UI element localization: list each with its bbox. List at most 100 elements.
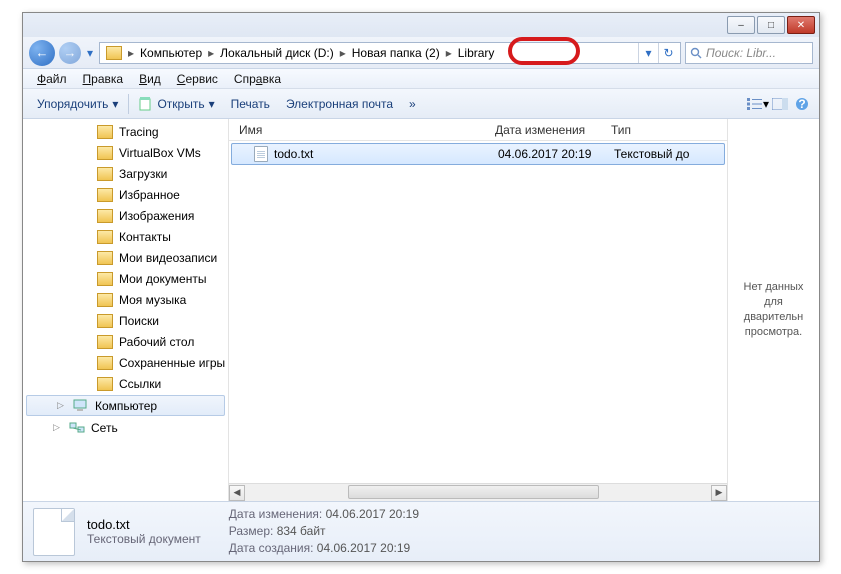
folder-icon [97, 125, 113, 139]
computer-icon [73, 399, 89, 413]
breadcrumb-current[interactable]: Library [454, 46, 499, 60]
tree-label: Моя музыка [119, 293, 186, 307]
notepad-icon [139, 97, 153, 111]
navigation-tree[interactable]: Tracing VirtualBox VMs​Загрузки​Избранное… [23, 119, 229, 501]
folder-icon [97, 230, 113, 244]
search-input[interactable]: Поиск: Libr... [685, 42, 813, 64]
folder-icon [106, 46, 122, 60]
text-file-icon [254, 146, 268, 162]
tree-item[interactable]: ​Загрузки [23, 163, 228, 184]
breadcrumb-sep: ▸ [206, 46, 216, 60]
breadcrumb-folder[interactable]: Новая папка (2) [348, 46, 444, 60]
column-headers[interactable]: Имя Дата изменения Тип [229, 119, 727, 141]
folder-icon [97, 293, 113, 307]
more-button[interactable]: » [401, 97, 424, 111]
meta-modified-label: Дата изменения: [229, 507, 323, 521]
tree-network[interactable]: ▷Сеть [23, 417, 228, 438]
file-name: todo.txt [274, 147, 313, 161]
preview-pane-icon[interactable] [769, 94, 791, 114]
refresh-icon[interactable]: ↻ [658, 43, 678, 63]
menu-view[interactable]: Вид [131, 72, 169, 86]
tree-item[interactable]: ​Сохраненные игры [23, 352, 228, 373]
scroll-right-icon[interactable]: ▶ [711, 485, 727, 501]
open-button[interactable]: Открыть ▾ [131, 97, 222, 111]
horizontal-scrollbar[interactable]: ◀ ▶ [229, 483, 727, 501]
meta-size-label: Размер: [229, 524, 274, 538]
menu-help[interactable]: Справка [226, 72, 289, 86]
menu-bar: Файл Правка Вид Сервис Справка [23, 69, 819, 89]
highlight-annotation [508, 37, 580, 65]
tree-item[interactable]: ​Мои видеозаписи [23, 247, 228, 268]
tree-item[interactable]: ​Контакты [23, 226, 228, 247]
folder-icon [97, 146, 113, 160]
view-options-icon[interactable]: ▾ [747, 94, 769, 114]
folder-icon [97, 377, 113, 391]
tree-item[interactable]: ​Рабочий стол [23, 331, 228, 352]
breadcrumb-disk[interactable]: Локальный диск (D:) [216, 46, 338, 60]
meta-created-label: Дата создания: [229, 541, 314, 555]
print-button[interactable]: Печать [223, 97, 278, 111]
col-name[interactable]: Имя [229, 123, 485, 137]
tree-label: Мои документы [119, 272, 206, 286]
minimize-button[interactable]: – [727, 16, 755, 34]
scroll-thumb[interactable] [348, 485, 600, 499]
email-button[interactable]: Электронная почта [278, 97, 401, 111]
tree-item[interactable]: ​Избранное [23, 184, 228, 205]
meta-size: 834 байт [277, 524, 326, 538]
back-button[interactable]: ← [29, 40, 55, 66]
folder-icon [97, 356, 113, 370]
forward-button[interactable]: → [59, 42, 81, 64]
col-type[interactable]: Тип [601, 123, 721, 137]
addr-dropdown-icon[interactable]: ▾ [638, 43, 658, 63]
network-icon [69, 421, 85, 435]
breadcrumb-sep: ▸ [126, 46, 136, 60]
breadcrumb-sep: ▸ [338, 46, 348, 60]
titlebar[interactable]: – □ ✕ [23, 13, 819, 37]
meta-created: 04.06.2017 20:19 [317, 541, 410, 555]
file-row[interactable]: todo.txt 04.06.2017 20:19 Текстовый до [231, 143, 725, 165]
main-area: Tracing VirtualBox VMs​Загрузки​Избранное… [23, 119, 819, 501]
tree-item[interactable]: ​Мои документы [23, 268, 228, 289]
tree-item[interactable]: ​Поиски [23, 310, 228, 331]
nav-history-dropdown[interactable]: ▾ [85, 46, 95, 60]
tree-label: Изображения [119, 209, 194, 223]
folder-icon [97, 314, 113, 328]
organize-button[interactable]: Упорядочить ▾ [29, 97, 126, 111]
tree-label: Загрузки [119, 167, 167, 181]
folder-icon [97, 272, 113, 286]
toolbar: Упорядочить ▾ Открыть ▾ Печать Электронн… [23, 89, 819, 119]
col-modified[interactable]: Дата изменения [485, 123, 601, 137]
scroll-left-icon[interactable]: ◀ [229, 485, 245, 501]
file-list: Имя Дата изменения Тип todo.txt 04.06.20… [229, 119, 727, 501]
folder-icon [97, 167, 113, 181]
tree-item[interactable]: ​Ссылки [23, 373, 228, 394]
tree-item[interactable]: ​Изображения [23, 205, 228, 226]
menu-tools[interactable]: Сервис [169, 72, 226, 86]
menu-edit[interactable]: Правка [75, 72, 132, 86]
tree-item[interactable]: VirtualBox VMs [23, 142, 228, 163]
maximize-button[interactable]: □ [757, 16, 785, 34]
menu-file[interactable]: Файл [29, 72, 75, 86]
folder-icon [97, 188, 113, 202]
tree-item[interactable]: ​Моя музыка [23, 289, 228, 310]
tree-computer[interactable]: ▷Компьютер [26, 395, 225, 416]
breadcrumb-computer[interactable]: Компьютер [136, 46, 206, 60]
tree-label: Избранное [119, 188, 180, 202]
details-filename: todo.txt [87, 517, 201, 532]
help-icon[interactable]: ? [791, 94, 813, 114]
address-bar[interactable]: ▸ Компьютер ▸ Локальный диск (D:) ▸ Нова… [99, 42, 681, 64]
tree-label: Сеть [91, 421, 118, 435]
folder-icon [97, 251, 113, 265]
tree-item[interactable]: Tracing [23, 121, 228, 142]
close-button[interactable]: ✕ [787, 16, 815, 34]
search-placeholder: Поиск: Libr... [706, 46, 776, 60]
tree-label: Поиски [119, 314, 159, 328]
tree-label: Ссылки [119, 377, 161, 391]
tree-label: Мои видеозаписи [119, 251, 217, 265]
tree-label: Tracing [119, 125, 159, 139]
details-pane: todo.txt Текстовый документ Дата изменен… [23, 501, 819, 561]
file-icon [33, 508, 75, 556]
details-filetype: Текстовый документ [87, 532, 201, 546]
tree-label: Контакты [119, 230, 171, 244]
meta-modified: 04.06.2017 20:19 [326, 507, 419, 521]
